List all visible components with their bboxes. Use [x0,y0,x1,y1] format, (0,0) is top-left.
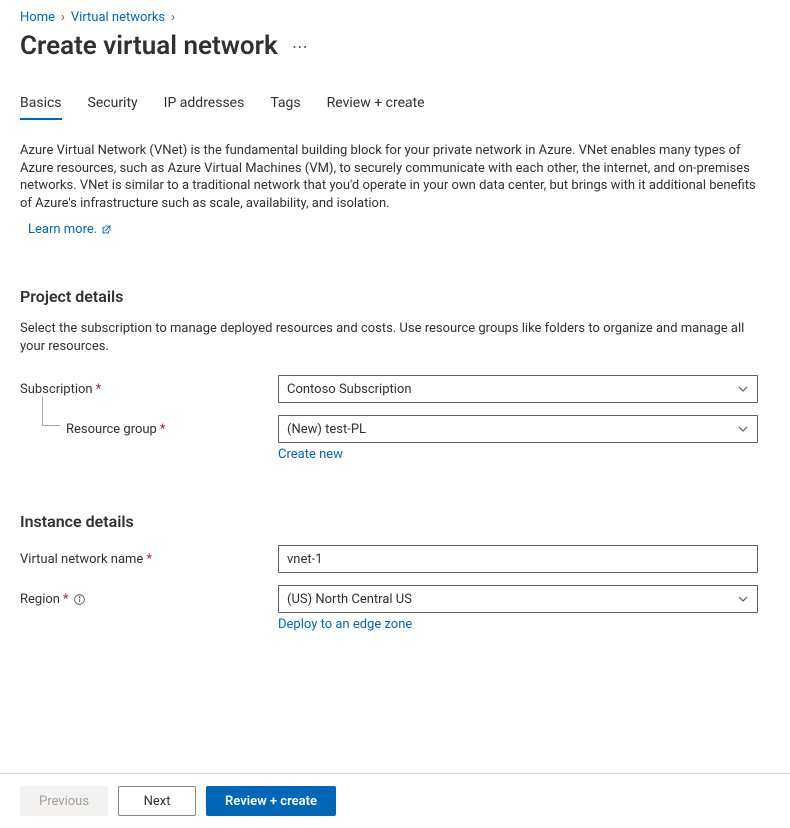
instance-details-heading: Instance details [20,512,770,531]
learn-more-link[interactable]: Learn more. [28,222,112,237]
footer-actions: Previous Next Review + create [0,773,790,828]
region-row: Region * (US) North Central US Deploy to… [20,585,770,632]
required-asterisk: * [160,422,166,437]
subscription-value: Contoso Subscription [287,382,412,397]
region-value: (US) North Central US [287,592,412,607]
vnet-name-row: Virtual network name * [20,545,770,575]
required-asterisk: * [146,552,152,567]
tab-ip-addresses[interactable]: IP addresses [164,91,245,119]
project-details-desc: Select the subscription to manage deploy… [20,320,770,355]
deploy-edge-zone-link[interactable]: Deploy to an edge zone [278,617,412,632]
intro-text: Azure Virtual Network (VNet) is the fund… [20,142,770,212]
chevron-down-icon [737,383,749,395]
region-dropdown[interactable]: (US) North Central US [278,585,758,613]
chevron-down-icon [737,423,749,435]
next-button[interactable]: Next [118,786,196,816]
external-link-icon [101,224,112,235]
vnet-name-input[interactable] [278,545,758,573]
info-icon[interactable] [73,593,86,606]
resource-group-value: (New) test-PL [287,422,366,437]
required-asterisk: * [96,382,102,397]
review-create-button[interactable]: Review + create [206,786,336,816]
page-title: Create virtual network [20,31,278,61]
tab-review-create[interactable]: Review + create [327,91,425,119]
tab-tags[interactable]: Tags [270,91,300,119]
breadcrumb-home[interactable]: Home [20,10,55,25]
chevron-down-icon [737,593,749,605]
subscription-label: Subscription [20,382,93,397]
project-details-heading: Project details [20,287,770,306]
subscription-row: Subscription * Contoso Subscription [20,375,770,405]
tab-bar: Basics Security IP addresses Tags Review… [20,91,770,120]
previous-button[interactable]: Previous [20,786,108,816]
resource-group-dropdown[interactable]: (New) test-PL [278,415,758,443]
chevron-right-icon: › [61,10,65,25]
breadcrumb-virtual-networks[interactable]: Virtual networks [71,10,165,25]
chevron-right-icon: › [171,10,175,25]
region-label: Region [20,592,60,607]
tab-basics[interactable]: Basics [20,91,62,119]
tab-security[interactable]: Security [88,91,138,119]
vnet-name-label: Virtual network name [20,552,143,567]
resource-group-row: Resource group * (New) test-PL Create ne… [20,415,770,462]
subscription-dropdown[interactable]: Contoso Subscription [278,375,758,403]
learn-more-label: Learn more. [28,222,97,237]
breadcrumb: Home › Virtual networks › [20,10,770,25]
resource-group-label: Resource group [66,422,157,437]
create-new-rg-link[interactable]: Create new [278,447,343,462]
required-asterisk: * [63,592,69,607]
more-menu-button[interactable]: ⋯ [292,37,310,56]
